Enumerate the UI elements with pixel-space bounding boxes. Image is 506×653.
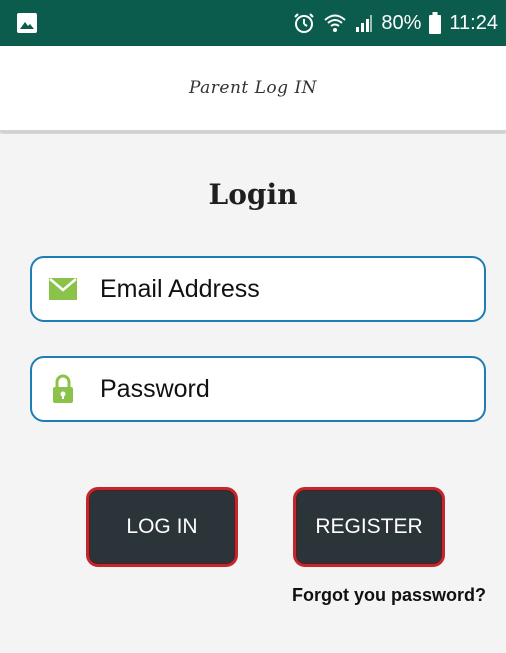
signal-icon — [355, 13, 373, 33]
battery-icon — [429, 12, 442, 34]
app-title: Parent Log IN — [188, 78, 318, 98]
email-input[interactable] — [100, 274, 460, 304]
alarm-icon — [293, 12, 315, 34]
forgot-password-link[interactable]: Forgot you password? — [292, 585, 486, 606]
mail-icon — [48, 278, 78, 300]
login-form: Login LOG IN REGISTER Forgot you passwor… — [0, 134, 506, 653]
password-field-container[interactable] — [30, 356, 486, 422]
lock-icon — [48, 374, 78, 404]
register-button[interactable]: REGISTER — [293, 487, 445, 567]
page-title: Login — [208, 178, 298, 211]
status-icons: 80% 11:24 — [293, 0, 498, 46]
app-bar: Parent Log IN — [0, 46, 506, 132]
login-button[interactable]: LOG IN — [86, 487, 238, 567]
clock: 11:24 — [449, 11, 498, 34]
battery-percent: 80% — [381, 11, 422, 34]
email-field-container[interactable] — [30, 256, 486, 322]
status-bar: 80% 11:24 — [0, 0, 506, 46]
gallery-icon — [16, 12, 38, 39]
wifi-icon — [323, 12, 347, 34]
password-input[interactable] — [100, 374, 460, 404]
